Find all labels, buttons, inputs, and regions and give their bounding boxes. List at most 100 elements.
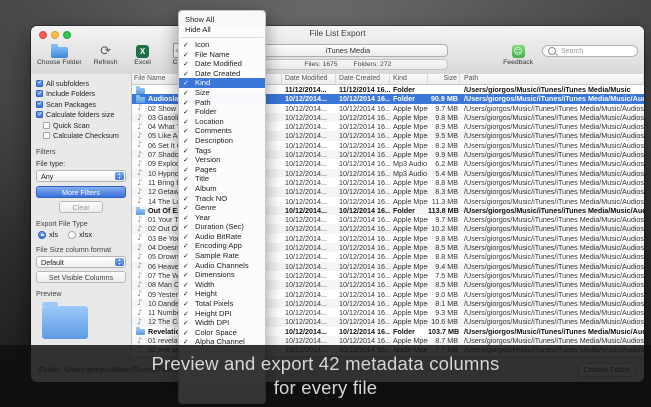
menu-item[interactable]: Folder bbox=[179, 107, 265, 117]
option-checkbox[interactable]: Include Folders bbox=[36, 89, 126, 100]
date-created-cell: 10/12/2014 16... bbox=[336, 206, 390, 215]
checkbox-box bbox=[43, 132, 50, 139]
set-visible-columns-button[interactable]: Set Visible Columns bbox=[36, 271, 126, 283]
kind-cell: Apple Mpeg-4 A... bbox=[390, 243, 428, 252]
checkbox-box bbox=[36, 80, 43, 87]
menu-item[interactable]: Pages bbox=[179, 165, 265, 175]
menu-item[interactable]: Date Created bbox=[179, 69, 265, 79]
option-checkbox[interactable]: All subfolders bbox=[36, 78, 126, 89]
menu-item[interactable]: Dimensions bbox=[179, 270, 265, 280]
column-header-size[interactable]: Size bbox=[428, 74, 460, 84]
zoom-button[interactable] bbox=[63, 31, 71, 39]
file-size-format-dropdown[interactable]: Default bbox=[36, 256, 126, 268]
option-checkbox[interactable]: Calculate folders size bbox=[36, 110, 126, 121]
menu-item[interactable]: Audio Channels bbox=[179, 261, 265, 271]
date-created-cell: 10/12/2014 16... bbox=[336, 187, 390, 196]
menu-item[interactable]: Hide All bbox=[179, 25, 265, 35]
kind-cell: Apple Mpeg-4 A... bbox=[390, 113, 428, 122]
folder-icon bbox=[51, 47, 68, 58]
checkmark-icon bbox=[183, 194, 193, 204]
menu-item-label: Title bbox=[195, 174, 209, 183]
scope-folder-dropdown[interactable]: iTunes Media bbox=[248, 44, 448, 57]
menu-item[interactable]: Duration (Sec) bbox=[179, 222, 265, 232]
date-created-cell: 10/12/2014 16... bbox=[336, 141, 390, 150]
date-created-cell: 10/12/2014 16... bbox=[336, 131, 390, 140]
menu-item[interactable]: Version bbox=[179, 155, 265, 165]
kind-cell: Apple Mpeg-4 A... bbox=[390, 150, 428, 159]
traffic-lights bbox=[39, 31, 71, 39]
menu-item[interactable]: Date Modified bbox=[179, 59, 265, 69]
menu-item[interactable]: Show All bbox=[179, 15, 265, 25]
option-checkbox[interactable]: Calculate Checksum bbox=[43, 131, 126, 142]
checkmark-icon bbox=[183, 328, 193, 338]
size-cell: 8.9 MB bbox=[428, 122, 460, 131]
option-checkbox[interactable]: Scan Packages bbox=[36, 99, 126, 110]
choose-folder-toolbar-button[interactable]: Choose Folder bbox=[37, 42, 82, 66]
kind-cell: Apple Mpeg-4 A... bbox=[390, 141, 428, 150]
menu-item-label: Audio Channels bbox=[195, 261, 249, 270]
date-modified-cell: 10/12/2014... bbox=[282, 206, 336, 215]
menu-item[interactable]: Description bbox=[179, 136, 265, 146]
date-created-cell: 10/12/2014 16... bbox=[336, 215, 390, 224]
kind-cell: Apple Mpeg-4 A... bbox=[390, 299, 428, 308]
minimize-button[interactable] bbox=[51, 31, 59, 39]
menu-item[interactable]: Kind bbox=[179, 78, 265, 88]
radio-xlsx[interactable]: xlsx bbox=[68, 230, 92, 239]
file-type-icon bbox=[136, 169, 145, 177]
menu-item-label: Icon bbox=[195, 40, 209, 49]
export-excel-button[interactable]: Excel bbox=[130, 42, 156, 66]
column-header-date-modified[interactable]: Date Modified bbox=[282, 74, 336, 84]
menu-item[interactable]: Audio BitRate bbox=[179, 232, 265, 242]
kind-cell: Apple Mpeg-4 A... bbox=[390, 122, 428, 131]
size-cell: 8.8 MB bbox=[428, 178, 460, 187]
menu-item[interactable]: Path bbox=[179, 98, 265, 108]
date-created-cell: 10/12/2014 16... bbox=[336, 169, 390, 178]
popup-arrows-icon bbox=[115, 258, 124, 266]
menu-item-label: Folder bbox=[195, 107, 217, 116]
menu-item[interactable]: Total Pixels bbox=[179, 299, 265, 309]
checkbox-label: Quick Scan bbox=[53, 121, 90, 130]
checkmark-icon bbox=[183, 117, 193, 127]
more-filters-button[interactable]: More Filters bbox=[36, 186, 126, 198]
menu-item[interactable]: Icon bbox=[179, 40, 265, 50]
menu-item[interactable]: Height bbox=[179, 289, 265, 299]
option-checkbox[interactable]: Quick Scan bbox=[43, 120, 126, 131]
refresh-button[interactable]: Refresh bbox=[93, 42, 119, 66]
menu-item[interactable]: Size bbox=[179, 88, 265, 98]
close-button[interactable] bbox=[39, 31, 47, 39]
menu-item[interactable]: File Name bbox=[179, 50, 265, 60]
menu-item[interactable]: Tags bbox=[179, 146, 265, 156]
feedback-button[interactable]: Feedback bbox=[503, 42, 533, 66]
checkmark-icon bbox=[183, 251, 193, 261]
column-header-path[interactable]: Path bbox=[460, 74, 644, 84]
size-cell: 90.9 MB bbox=[428, 94, 460, 103]
radio-xls[interactable]: xls bbox=[38, 230, 58, 239]
search-field[interactable] bbox=[542, 45, 638, 57]
menu-item[interactable]: Color Space bbox=[179, 328, 265, 338]
menu-item[interactable]: Sample Rate bbox=[179, 251, 265, 261]
menu-item[interactable]: Encoding App bbox=[179, 241, 265, 251]
search-input[interactable] bbox=[559, 47, 633, 56]
menu-item[interactable]: Album bbox=[179, 184, 265, 194]
column-header-date-created[interactable]: Date Created bbox=[336, 74, 390, 84]
menu-item[interactable]: Height DPI bbox=[179, 309, 265, 319]
file-type-icon bbox=[136, 123, 145, 131]
menu-item[interactable]: Width bbox=[179, 280, 265, 290]
menu-item[interactable]: Track NO bbox=[179, 194, 265, 204]
path-cell: /Users/giorgos/Music/iTunes/iTunes Media… bbox=[460, 290, 644, 299]
checkbox-label: Scan Packages bbox=[46, 100, 96, 109]
date-modified-cell: 10/12/2014... bbox=[282, 104, 336, 113]
menu-item[interactable]: Year bbox=[179, 213, 265, 223]
checkmark-icon bbox=[183, 88, 193, 98]
clear-button[interactable]: Clear bbox=[59, 201, 103, 213]
checkmark-icon bbox=[183, 50, 193, 60]
menu-item[interactable]: Title bbox=[179, 174, 265, 184]
file-type-dropdown[interactable]: Any bbox=[36, 170, 126, 182]
kind-cell: Apple Mpeg-4 A... bbox=[390, 262, 428, 271]
column-header-kind[interactable]: Kind bbox=[390, 74, 428, 84]
menu-item[interactable]: Genre bbox=[179, 203, 265, 213]
menu-item[interactable]: Comments bbox=[179, 126, 265, 136]
menu-item[interactable]: Location bbox=[179, 117, 265, 127]
menu-item[interactable]: Width DPI bbox=[179, 318, 265, 328]
titlebar[interactable]: File List Export bbox=[31, 26, 644, 41]
